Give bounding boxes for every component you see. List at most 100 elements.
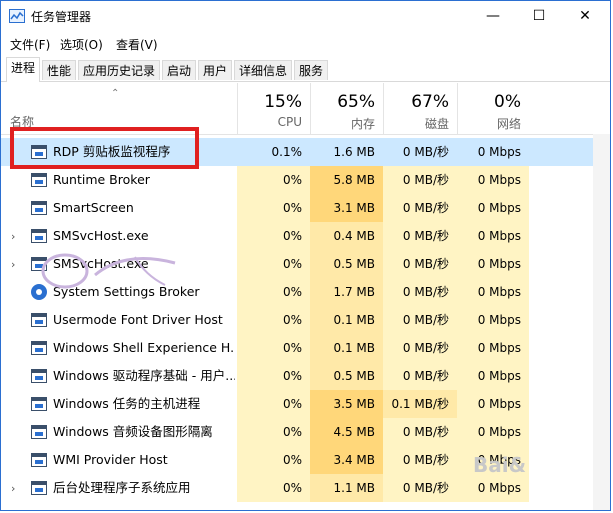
disk-value: 0 MB/秒: [383, 334, 457, 362]
table-row[interactable]: Windows 音频设备图形隔离 0% 4.5 MB 0 MB/秒 0 Mbps: [1, 418, 610, 446]
tab-users[interactable]: 用户: [198, 60, 232, 80]
network-value: 0 Mbps: [457, 362, 529, 390]
title-bar: 任务管理器 — ☐ ✕: [1, 1, 610, 31]
disk-value: 0 MB/秒: [383, 222, 457, 250]
tab-services[interactable]: 服务: [294, 60, 328, 80]
cpu-value: 0%: [237, 250, 310, 278]
cpu-total: 15%: [264, 92, 302, 112]
cpu-value: 0%: [237, 278, 310, 306]
network-column-header[interactable]: 0% 网络: [457, 83, 529, 134]
table-row[interactable]: Runtime Broker 0% 5.8 MB 0 MB/秒 0 Mbps: [1, 166, 610, 194]
window-app-icon: [31, 453, 47, 467]
window-app-icon: [31, 369, 47, 383]
window-app-icon: [31, 481, 47, 495]
window-app-icon: [31, 397, 47, 411]
window-app-icon: [31, 229, 47, 243]
memory-value: 4.5 MB: [310, 418, 383, 446]
disk-value: 0 MB/秒: [383, 306, 457, 334]
process-name: Usermode Font Driver Host: [53, 312, 223, 327]
disk-value: 0 MB/秒: [383, 474, 457, 502]
disk-value: 0 MB/秒: [383, 194, 457, 222]
disk-column-header[interactable]: 67% 磁盘: [383, 83, 457, 134]
expand-chevron-icon[interactable]: ›: [11, 482, 15, 495]
process-name: SmartScreen: [53, 200, 134, 215]
memory-value: 1.1 MB: [310, 474, 383, 502]
process-name: Windows 音频设备图形隔离: [53, 424, 213, 439]
memory-value: 3.5 MB: [310, 390, 383, 418]
memory-column-header[interactable]: 65% 内存: [310, 83, 383, 134]
memory-value: 0.1 MB: [310, 306, 383, 334]
cpu-value: 0%: [237, 362, 310, 390]
tab-strip: 进程 性能 应用历史记录 启动 用户 详细信息 服务: [1, 57, 610, 82]
menu-view[interactable]: 查看(V): [116, 36, 158, 53]
disk-value: 0 MB/秒: [383, 250, 457, 278]
cpu-value: 0%: [237, 418, 310, 446]
process-name: WMI Provider Host: [53, 452, 168, 467]
tab-details[interactable]: 详细信息: [234, 60, 292, 80]
cpu-value: 0%: [237, 194, 310, 222]
process-name: 后台处理程序子系统应用: [53, 480, 191, 495]
close-button[interactable]: ✕: [562, 1, 608, 31]
menu-bar: 文件(F) 选项(O) 查看(V): [1, 33, 610, 53]
network-total: 0%: [494, 92, 521, 112]
memory-value: 0.1 MB: [310, 334, 383, 362]
window-app-icon: [31, 341, 47, 355]
table-row[interactable]: Usermode Font Driver Host 0% 0.1 MB 0 MB/秒 0…: [1, 306, 610, 334]
process-name: Windows 驱动程序基础 - 用户...: [53, 368, 235, 383]
memory-label: 内存: [350, 117, 375, 131]
disk-label: 磁盘: [424, 117, 449, 131]
expand-chevron-icon[interactable]: ›: [11, 230, 15, 243]
memory-value: 0.5 MB: [310, 362, 383, 390]
cpu-value: 0%: [237, 166, 310, 194]
highlight-box: [10, 127, 199, 169]
window-app-icon: [31, 425, 47, 439]
menu-file[interactable]: 文件(F): [10, 36, 50, 53]
memory-value: 1.6 MB: [333, 145, 375, 159]
table-row[interactable]: SmartScreen 0% 3.1 MB 0 MB/秒 0 Mbps: [1, 194, 610, 222]
memory-value: 0.5 MB: [310, 250, 383, 278]
scrollbar[interactable]: [593, 134, 610, 510]
table-row[interactable]: › 后台处理程序子系统应用 0% 1.1 MB 0 MB/秒 0 Mbps: [1, 474, 610, 502]
memory-value: 3.1 MB: [310, 194, 383, 222]
table-row[interactable]: Windows 驱动程序基础 - 用户... 0% 0.5 MB 0 MB/秒 0 Mb…: [1, 362, 610, 390]
minimize-button[interactable]: —: [470, 1, 516, 31]
disk-value: 0 MB/秒: [402, 145, 449, 159]
expand-chevron-icon[interactable]: ›: [11, 258, 15, 271]
task-manager-icon: [9, 9, 25, 23]
task-manager-window: 任务管理器 — ☐ ✕ 文件(F) 选项(O) 查看(V) 进程 性能 应用历史…: [0, 0, 611, 511]
process-name: Windows Shell Experience H...: [53, 340, 235, 355]
network-label: 网络: [496, 117, 521, 131]
memory-value: 3.4 MB: [310, 446, 383, 474]
tab-app-history[interactable]: 应用历史记录: [78, 60, 160, 80]
cpu-value: 0%: [237, 306, 310, 334]
network-value: 0 Mbps: [457, 278, 529, 306]
menu-options[interactable]: 选项(O): [60, 36, 103, 53]
memory-value: 1.7 MB: [310, 278, 383, 306]
disk-value: 0 MB/秒: [383, 418, 457, 446]
disk-value: 0 MB/秒: [383, 362, 457, 390]
disk-value: 0.1 MB/秒: [383, 390, 457, 418]
cpu-column-header[interactable]: 15% CPU: [237, 83, 310, 134]
network-value: 0 Mbps: [457, 194, 529, 222]
tab-processes[interactable]: 进程: [6, 57, 40, 82]
tab-performance[interactable]: 性能: [42, 60, 76, 80]
window-app-icon: [31, 201, 47, 215]
disk-value: 0 MB/秒: [383, 166, 457, 194]
memory-total: 65%: [337, 92, 375, 112]
table-row[interactable]: Windows 任务的主机进程 0% 3.5 MB 0.1 MB/秒 0 Mbps: [1, 390, 610, 418]
network-value: 0 Mbps: [457, 222, 529, 250]
disk-value: 0 MB/秒: [383, 278, 457, 306]
disk-value: 0 MB/秒: [383, 446, 457, 474]
disk-total: 67%: [411, 92, 449, 112]
tab-startup[interactable]: 启动: [162, 60, 196, 80]
network-value: 0 Mbps: [457, 418, 529, 446]
memory-value: 5.8 MB: [310, 166, 383, 194]
window-app-icon: [31, 173, 47, 187]
table-row[interactable]: Windows Shell Experience H... 0% 0.1 MB 0 M…: [1, 334, 610, 362]
maximize-button[interactable]: ☐: [516, 1, 562, 31]
window-app-icon: [31, 313, 47, 327]
window-title: 任务管理器: [31, 10, 92, 24]
process-name: Runtime Broker: [53, 172, 150, 187]
network-value: 0 Mbps: [477, 145, 521, 159]
network-value: 0 Mbps: [457, 166, 529, 194]
